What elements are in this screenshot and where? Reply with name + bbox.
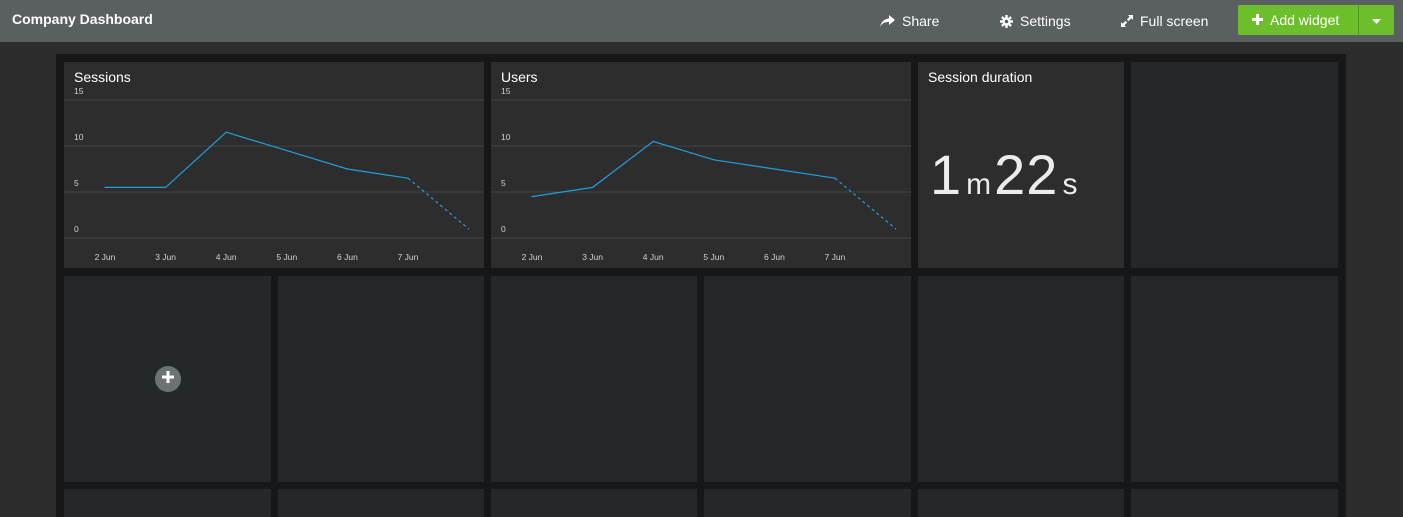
widget-title: Session duration (928, 69, 1033, 85)
data-point (895, 228, 897, 230)
dashboard-title: Company Dashboard (12, 11, 153, 27)
share-button[interactable]: Share (880, 0, 939, 42)
y-tick-label: 10 (501, 132, 511, 142)
data-point (165, 186, 167, 188)
x-tick-label: 6 Jun (764, 252, 785, 262)
plus-circle-icon (162, 370, 174, 388)
y-tick-label: 5 (501, 178, 506, 188)
x-tick-label: 7 Jun (398, 252, 419, 262)
session-duration-value: 1 m22 s (930, 142, 1080, 207)
empty-widget-slot[interactable] (491, 489, 697, 517)
add-widget-dropdown-button[interactable] (1358, 5, 1394, 35)
empty-widget-slot[interactable] (278, 489, 484, 517)
data-point (531, 196, 533, 198)
y-tick-label: 15 (501, 86, 511, 96)
y-tick-label: 5 (74, 178, 79, 188)
plus-icon (1252, 12, 1263, 28)
empty-widget-slot[interactable] (1131, 62, 1338, 268)
add-widget-label: Add widget (1270, 12, 1340, 28)
data-point (652, 140, 654, 142)
share-label: Share (902, 13, 940, 29)
empty-widget-slot[interactable] (278, 276, 484, 482)
x-tick-label: 5 Jun (276, 252, 297, 262)
data-point (407, 177, 409, 179)
session-duration-widget[interactable]: Session duration 1 m22 s (918, 62, 1124, 268)
caret-down-icon (1372, 11, 1381, 29)
data-point (773, 168, 775, 170)
duration-seconds-unit: s (1062, 168, 1078, 201)
settings-label: Settings (1020, 13, 1071, 29)
data-point (834, 177, 836, 179)
add-widget-button[interactable]: Add widget (1238, 5, 1358, 35)
data-point (592, 186, 594, 188)
data-point (225, 131, 227, 133)
data-point (104, 186, 106, 188)
data-point (713, 159, 715, 161)
x-tick-label: 7 Jun (825, 252, 846, 262)
empty-widget-slot[interactable] (918, 489, 1124, 517)
duration-seconds: 22 (994, 143, 1059, 206)
empty-widget-slot[interactable] (1131, 489, 1338, 517)
y-tick-label: 0 (501, 224, 506, 234)
empty-widget-slot[interactable] (64, 489, 271, 517)
x-tick-label: 6 Jun (337, 252, 358, 262)
data-point (346, 168, 348, 170)
empty-widget-slot[interactable] (1131, 276, 1338, 482)
series-line (531, 140, 836, 198)
y-tick-label: 15 (74, 86, 84, 96)
empty-widget-slot[interactable] (704, 276, 911, 482)
gear-icon (1000, 14, 1013, 28)
share-arrow-icon (880, 14, 895, 28)
expand-arrows-icon (1121, 15, 1133, 27)
series-line-projection (407, 177, 469, 230)
add-widget-slot-button[interactable] (155, 366, 181, 392)
top-bar: Company Dashboard Share Settings Full sc… (0, 0, 1403, 42)
empty-widget-slot[interactable] (491, 276, 697, 482)
users-line-chart: 0 5 10 15 2 Jun 3 Jun 4 Jun 5 Jun 6 Jun 7 Jun (491, 86, 911, 262)
data-point (286, 150, 288, 152)
y-tick-label: 10 (74, 132, 84, 142)
x-tick-label: 3 Jun (155, 252, 176, 262)
duration-minutes: 1 (930, 143, 963, 206)
series-line-projection (834, 177, 896, 230)
x-tick-label: 3 Jun (582, 252, 603, 262)
y-tick-label: 0 (74, 224, 79, 234)
users-widget[interactable]: Users 0 5 10 15 2 Jun 3 Jun 4 Jun 5 Jun 6 Jun 7 J… (491, 62, 911, 268)
empty-widget-slot[interactable] (918, 276, 1124, 482)
sessions-line-chart: 0 5 10 15 2 Jun 3 Jun 4 Jun 5 Jun 6 Jun 7 Jun (64, 86, 484, 262)
x-tick-label: 4 Jun (216, 252, 237, 262)
settings-button[interactable]: Settings (1000, 0, 1071, 42)
fullscreen-label: Full screen (1140, 13, 1209, 29)
data-point (468, 228, 470, 230)
sessions-widget[interactable]: Sessions 0 5 10 15 2 Jun 3 Jun 4 Jun 5 Jun 6 Jun… (64, 62, 484, 268)
series-line (105, 131, 409, 189)
x-tick-label: 2 Jun (522, 252, 543, 262)
x-tick-label: 4 Jun (643, 252, 664, 262)
duration-minutes-unit: m (966, 168, 992, 201)
empty-widget-slot[interactable] (704, 489, 911, 517)
fullscreen-button[interactable]: Full screen (1121, 0, 1208, 42)
x-tick-label: 5 Jun (703, 252, 724, 262)
x-tick-label: 2 Jun (95, 252, 116, 262)
